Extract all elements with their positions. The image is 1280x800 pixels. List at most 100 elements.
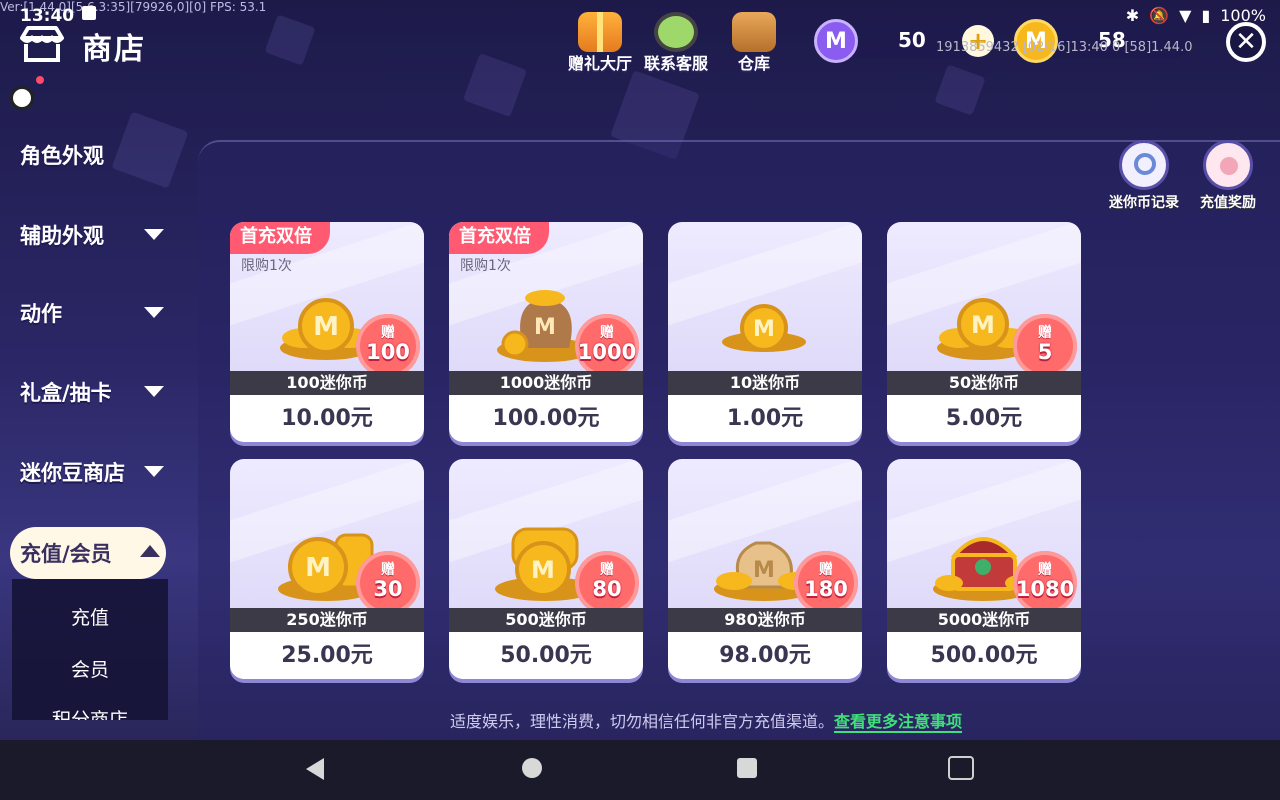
bonus-amount: 30: [373, 577, 403, 601]
bonus-amount: 80: [592, 577, 622, 601]
mini-bean-icon: M: [814, 19, 858, 63]
product-card[interactable]: M 首充双倍 限购1次 赠 1000 1000迷你币 100.00元: [449, 222, 643, 442]
sidebar-item-label: 动作: [20, 302, 62, 326]
chevron-down-icon: [144, 466, 164, 477]
product-card[interactable]: M 10迷你币 1.00元: [668, 222, 862, 442]
sidebar-item-aux-skin[interactable]: 辅助外观: [20, 215, 170, 255]
product-price: 25.00元: [230, 632, 424, 679]
first-charge-tag: 首充双倍: [449, 222, 549, 254]
svg-text:M: M: [753, 558, 775, 583]
sidebar-item-bean-shop[interactable]: 迷你豆商店: [20, 452, 170, 492]
mini-bean-value: 50: [898, 28, 926, 52]
svg-text:M: M: [313, 312, 339, 342]
purchase-limit: 限购1次: [460, 258, 511, 274]
gift-hall-button[interactable]: 赠礼大厅: [560, 12, 640, 74]
product-price: 1.00元: [668, 395, 862, 442]
single-coin-icon: M: [722, 304, 806, 352]
customer-service-icon: [654, 12, 698, 52]
gift-hall-icon: [578, 12, 622, 52]
sidebar-submenu: 充值 会员 积分商店: [12, 579, 168, 720]
product-card[interactable]: M 首充双倍 限购1次 赠 100 100迷你币 10.00元: [230, 222, 424, 442]
bonus-badge: 赠 1000: [575, 314, 639, 378]
footer-info: 1913859432 [02/16]13:40 0 [58]1.44.0: [936, 40, 1193, 55]
sidebar-item-label: 角色外观: [20, 144, 104, 168]
first-charge-tag: 首充双倍: [230, 222, 330, 254]
warehouse-icon: [732, 12, 776, 52]
notice-text: 适度娱乐，理性消费，切勿相信任何非官方充值渠道。查看更多注意事项: [450, 708, 963, 733]
bonus-badge: 赠 30: [356, 551, 420, 615]
wifi-icon: ▼: [1179, 6, 1192, 25]
floating-ball-icon[interactable]: [10, 86, 34, 110]
sidebar-item-gift-box[interactable]: 礼盒/抽卡: [20, 372, 170, 412]
mute-icon: 🔕: [1149, 6, 1170, 25]
svg-text:M: M: [534, 315, 556, 340]
bonus-amount: 5: [1037, 340, 1053, 364]
notification-icon: [82, 6, 96, 20]
notice-link[interactable]: 查看更多注意事项: [834, 712, 963, 733]
close-button[interactable]: ✕: [1226, 22, 1266, 62]
svg-text:M: M: [531, 556, 555, 584]
bonus-amount: 100: [366, 340, 410, 364]
customer-service-button[interactable]: 联系客服: [636, 12, 716, 74]
bonus-amount: 180: [804, 577, 848, 601]
recent-apps-icon[interactable]: [737, 758, 757, 778]
warehouse-label: 仓库: [737, 54, 770, 73]
recharge-reward-button[interactable]: 充值奖励: [1188, 140, 1268, 212]
product-price: 98.00元: [668, 632, 862, 679]
bonus-label: 赠: [381, 325, 395, 341]
notification-dot: [36, 76, 44, 84]
product-price: 50.00元: [449, 632, 643, 679]
product-card[interactable]: M 赠 5 50迷你币 5.00元: [887, 222, 1081, 442]
screenshot-icon[interactable]: [948, 756, 974, 780]
product-name: 500迷你币: [449, 608, 643, 632]
bonus-label: 赠: [600, 562, 614, 578]
sidebar-item-actions[interactable]: 动作: [20, 293, 170, 333]
bonus-amount: 1080: [1015, 577, 1075, 601]
bonus-badge: 赠 180: [794, 551, 858, 615]
svg-text:M: M: [753, 317, 775, 342]
chevron-down-icon: [144, 307, 164, 318]
bg-cube: [934, 64, 986, 116]
recharge-reward-icon: [1203, 140, 1253, 190]
submenu-item-recharge[interactable]: 充值: [12, 603, 168, 630]
sidebar-item-label: 充值/会员: [20, 542, 112, 566]
chevron-down-icon: [144, 229, 164, 240]
bonus-label: 赠: [1038, 562, 1052, 578]
bonus-label: 赠: [381, 562, 395, 578]
page-title: 商店: [82, 32, 146, 67]
back-icon[interactable]: [306, 758, 324, 780]
recharge-reward-label: 充值奖励: [1200, 195, 1256, 211]
product-name: 980迷你币: [668, 608, 862, 632]
submenu-item-vip[interactable]: 会员: [12, 655, 168, 682]
bg-cube: [462, 52, 528, 118]
product-card[interactable]: M 赠 80 500迷你币 50.00元: [449, 459, 643, 679]
product-card[interactable]: 赠 1080 5000迷你币 500.00元: [887, 459, 1081, 679]
coin-record-label: 迷你币记录: [1109, 195, 1179, 211]
bonus-label: 赠: [600, 325, 614, 341]
svg-text:M: M: [971, 311, 995, 339]
sidebar-item-character-skin[interactable]: 角色外观: [20, 135, 170, 175]
coin-record-button[interactable]: 迷你币记录: [1104, 140, 1184, 212]
sidebar-item-label: 迷你豆商店: [20, 461, 125, 485]
warehouse-button[interactable]: 仓库: [714, 12, 794, 74]
product-name: 5000迷你币: [887, 608, 1081, 632]
sidebar-item-label: 礼盒/抽卡: [20, 381, 112, 405]
submenu-item-points-shop[interactable]: 积分商店: [12, 705, 168, 720]
status-clock: 13:40: [20, 6, 75, 26]
bonus-amount: 1000: [577, 340, 637, 364]
sidebar-item-recharge-vip[interactable]: 充值/会员: [10, 527, 166, 579]
product-price: 500.00元: [887, 632, 1081, 679]
customer-service-label: 联系客服: [643, 54, 708, 73]
product-price: 10.00元: [230, 395, 424, 442]
product-card[interactable]: M 赠 180 980迷你币 98.00元: [668, 459, 862, 679]
home-icon[interactable]: [522, 758, 542, 778]
product-card[interactable]: M 赠 30 250迷你币 25.00元: [230, 459, 424, 679]
product-price: 100.00元: [449, 395, 643, 442]
sidebar-item-label: 辅助外观: [20, 224, 104, 248]
product-price: 5.00元: [887, 395, 1081, 442]
chevron-down-icon: [144, 386, 164, 397]
product-name: 10迷你币: [668, 371, 862, 395]
coin-record-icon: [1119, 140, 1169, 190]
gift-hall-label: 赠礼大厅: [567, 54, 632, 73]
chevron-up-icon: [140, 545, 160, 557]
